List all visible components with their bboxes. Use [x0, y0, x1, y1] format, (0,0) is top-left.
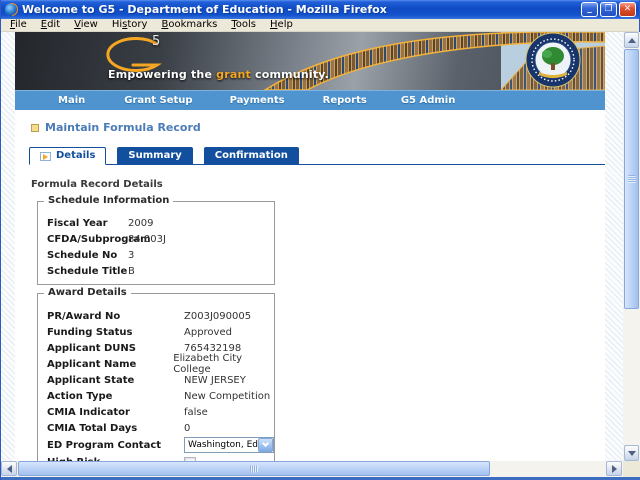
firefox-icon	[5, 3, 18, 16]
combo-dropdown-button[interactable]	[258, 438, 273, 452]
page-background: ∫ f(x) dx = Σ	[1, 32, 623, 461]
field-cmia-total-days: CMIA Total Days 0	[38, 420, 274, 436]
tab-confirmation[interactable]: Confirmation	[204, 147, 299, 164]
scroll-right-button[interactable]	[606, 461, 622, 476]
field-ed-program-contact: ED Program Contact Washington, Ed	[38, 436, 274, 454]
scrollbar-corner	[623, 461, 640, 477]
department-of-education-seal	[526, 33, 580, 87]
nav-reports[interactable]: Reports	[323, 95, 367, 106]
field-schedule-no: Schedule No 3	[38, 247, 274, 263]
schedule-information-legend: Schedule Information	[44, 195, 173, 206]
field-applicant-state: Applicant State NEW JERSEY	[38, 372, 274, 388]
browser-menubar: File Edit View History Bookmarks Tools H…	[1, 19, 639, 32]
menu-file[interactable]: File	[3, 19, 34, 31]
g5-banner: ∫ f(x) dx = Σ	[15, 32, 605, 90]
page-title: Maintain Formula Record	[45, 121, 201, 134]
chevron-down-icon	[262, 440, 269, 447]
record-tabs: Details Summary Confirmation	[29, 147, 605, 165]
nav-main[interactable]: Main	[58, 95, 85, 106]
ed-program-contact-select[interactable]: Washington, Ed	[184, 437, 274, 453]
banner-art: ∫ f(x) dx = Σ	[15, 32, 605, 90]
window-titlebar: Welcome to G5 - Department of Education …	[1, 0, 639, 19]
active-tab-icon	[40, 152, 51, 161]
menu-history[interactable]: History	[105, 19, 155, 31]
award-details-legend: Award Details	[44, 287, 131, 298]
menu-bookmarks[interactable]: Bookmarks	[154, 19, 224, 31]
menu-view[interactable]: View	[67, 19, 105, 31]
field-cfda-subprogram: CFDA/Subprogram 84.003J	[38, 231, 274, 247]
menu-help[interactable]: Help	[263, 19, 300, 31]
vertical-scrollbar[interactable]	[623, 32, 640, 461]
field-cmia-indicator: CMIA Indicator false	[38, 404, 274, 420]
field-applicant-name: Applicant Name Elizabeth City College	[38, 356, 274, 372]
field-high-risk: High Risk	[38, 454, 274, 461]
field-funding-status: Funding Status Approved	[38, 324, 274, 340]
menu-tools[interactable]: Tools	[224, 19, 263, 31]
field-pr-award-no: PR/Award No Z003J090005	[38, 308, 274, 324]
scroll-down-button[interactable]	[624, 445, 639, 461]
field-schedule-title: Schedule Title B	[38, 263, 274, 279]
g5-logo	[108, 39, 157, 71]
window-title: Welcome to G5 - Department of Education …	[22, 3, 581, 16]
horizontal-scrollbar-thumb[interactable]	[18, 461, 490, 476]
nav-g5-admin[interactable]: G5 Admin	[401, 95, 456, 106]
g5-logo-five: 5	[152, 34, 160, 49]
close-button[interactable]: ✕	[619, 2, 636, 17]
schedule-information-fieldset: Schedule Information Fiscal Year 2009 CF…	[37, 201, 275, 285]
horizontal-scrollbar[interactable]	[1, 461, 623, 477]
menu-edit[interactable]: Edit	[34, 19, 67, 31]
tab-summary[interactable]: Summary	[117, 147, 192, 164]
award-details-fieldset: Award Details PR/Award No Z003J090005 Fu…	[37, 293, 275, 461]
scroll-up-button[interactable]	[624, 32, 639, 48]
main-navbar: Main Grant Setup Payments Reports G5 Adm…	[15, 90, 605, 110]
restore-button[interactable]: ❐	[600, 2, 617, 17]
nav-grant-setup[interactable]: Grant Setup	[124, 95, 192, 106]
scroll-left-button[interactable]	[1, 461, 17, 476]
banner-tagline: Empowering the grant community.	[108, 68, 329, 81]
nav-payments[interactable]: Payments	[230, 95, 285, 106]
minimize-button[interactable]: _	[581, 2, 598, 17]
g5-page: ∫ f(x) dx = Σ	[15, 32, 605, 461]
field-action-type: Action Type New Competition	[38, 388, 274, 404]
field-fiscal-year: Fiscal Year 2009	[38, 215, 274, 231]
page-title-icon	[31, 124, 39, 132]
section-title: Formula Record Details	[31, 179, 163, 190]
vertical-scrollbar-thumb[interactable]	[624, 49, 639, 309]
tab-details[interactable]: Details	[29, 147, 106, 165]
browser-window: Welcome to G5 - Department of Education …	[0, 0, 640, 480]
